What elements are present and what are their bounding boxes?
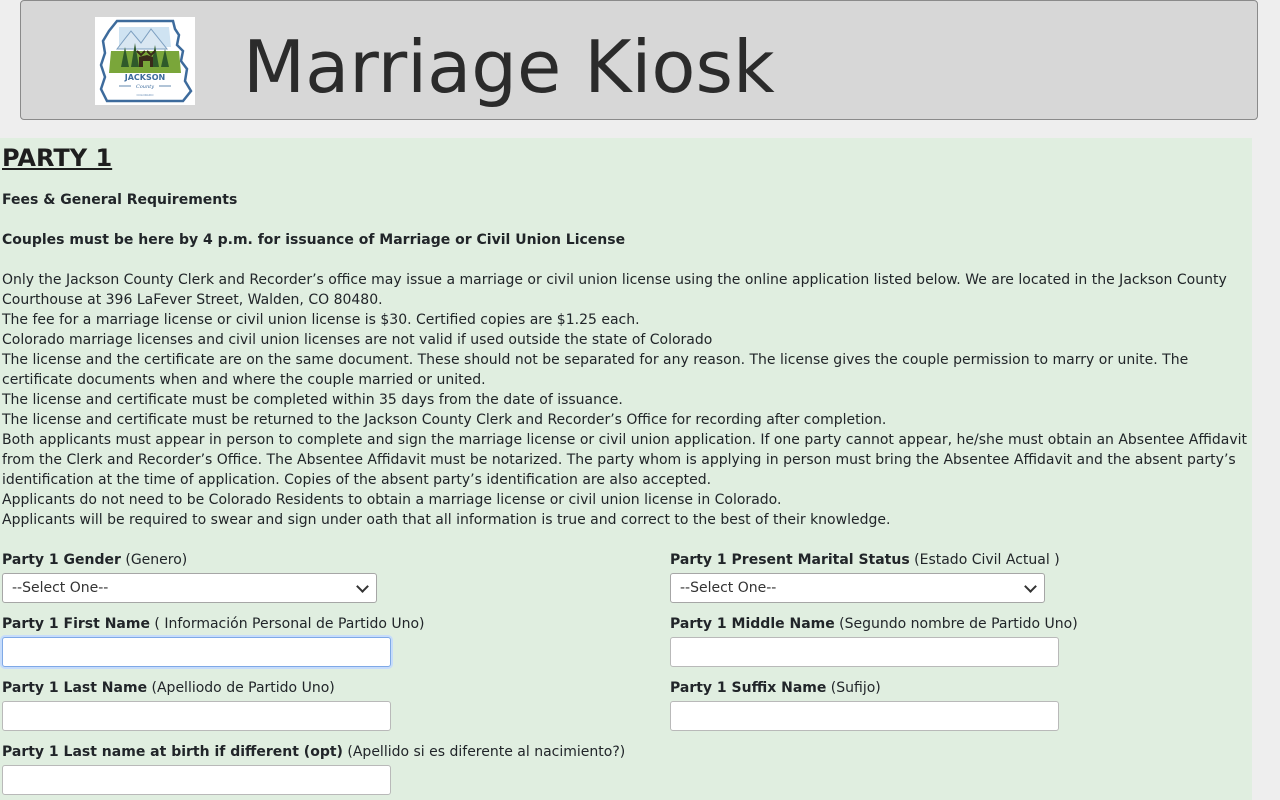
birth-last-name-label: Party 1 Last name at birth if different … bbox=[2, 744, 626, 760]
marital-status-field: Party 1 Present Marital Status (Estado C… bbox=[670, 550, 1060, 603]
marital-status-label: Party 1 Present Marital Status (Estado C… bbox=[670, 552, 1060, 568]
requirement-paragraph: Applicants do not need to be Colorado Re… bbox=[2, 492, 782, 508]
birth-last-name-field: Party 1 Last name at birth if different … bbox=[2, 742, 625, 795]
gender-select[interactable]: --Select One-- bbox=[2, 573, 377, 603]
middle-name-label: Party 1 Middle Name (Segundo nombre de P… bbox=[670, 616, 1078, 632]
suffix-name-label: Party 1 Suffix Name (Sufijo) bbox=[670, 680, 881, 696]
last-name-label: Party 1 Last Name (Apelliodo de Partido … bbox=[2, 680, 335, 696]
requirement-paragraph: The license and the certificate are on t… bbox=[2, 352, 1189, 388]
party-1-section: PARTY 1 Fees & General Requirements Coup… bbox=[0, 138, 1252, 800]
first-name-label: Party 1 First Name ( Información Persona… bbox=[2, 616, 425, 632]
suffix-name-input[interactable] bbox=[670, 701, 1059, 731]
last-name-field: Party 1 Last Name (Apelliodo de Partido … bbox=[2, 678, 391, 731]
section-heading: PARTY 1 bbox=[2, 144, 113, 172]
header-banner: JACKSON County COLORADO Marriage Kiosk bbox=[20, 0, 1258, 120]
chevron-down-icon bbox=[356, 580, 369, 593]
svg-text:County: County bbox=[136, 84, 154, 90]
first-name-input[interactable] bbox=[2, 637, 391, 667]
page-title: Marriage Kiosk bbox=[243, 25, 775, 109]
requirements-text: Only the Jackson County Clerk and Record… bbox=[2, 270, 1250, 530]
requirement-paragraph: The license and certificate must be comp… bbox=[2, 392, 623, 408]
marital-status-select[interactable]: --Select One-- bbox=[670, 573, 1045, 603]
jackson-county-logo: JACKSON County COLORADO bbox=[95, 17, 195, 105]
marital-status-selected-value: --Select One-- bbox=[680, 580, 777, 596]
gender-selected-value: --Select One-- bbox=[12, 580, 109, 596]
fees-heading: Fees & General Requirements bbox=[2, 192, 238, 208]
requirement-paragraph: Both applicants must appear in person to… bbox=[2, 432, 1247, 488]
requirement-paragraph: Applicants will be required to swear and… bbox=[2, 512, 891, 528]
requirement-paragraph: The fee for a marriage license or civil … bbox=[2, 312, 640, 328]
requirement-paragraph: Colorado marriage licenses and civil uni… bbox=[2, 332, 713, 348]
requirement-paragraph: Only the Jackson County Clerk and Record… bbox=[2, 272, 1227, 308]
last-name-input[interactable] bbox=[2, 701, 391, 731]
deadline-notice: Couples must be here by 4 p.m. for issua… bbox=[2, 232, 626, 248]
first-name-field: Party 1 First Name ( Información Persona… bbox=[2, 614, 425, 667]
svg-text:JACKSON: JACKSON bbox=[124, 73, 166, 82]
svg-text:COLORADO: COLORADO bbox=[136, 93, 154, 97]
requirement-paragraph: The license and certificate must be retu… bbox=[2, 412, 887, 428]
chevron-down-icon bbox=[1024, 580, 1037, 593]
middle-name-field: Party 1 Middle Name (Segundo nombre de P… bbox=[670, 614, 1078, 667]
middle-name-input[interactable] bbox=[670, 637, 1059, 667]
gender-field: Party 1 Gender (Genero) --Select One-- bbox=[2, 550, 377, 603]
county-seal-icon: JACKSON County COLORADO bbox=[99, 19, 193, 103]
suffix-name-field: Party 1 Suffix Name (Sufijo) bbox=[670, 678, 1059, 731]
birth-last-name-input[interactable] bbox=[2, 765, 391, 795]
gender-label: Party 1 Gender (Genero) bbox=[2, 552, 188, 568]
